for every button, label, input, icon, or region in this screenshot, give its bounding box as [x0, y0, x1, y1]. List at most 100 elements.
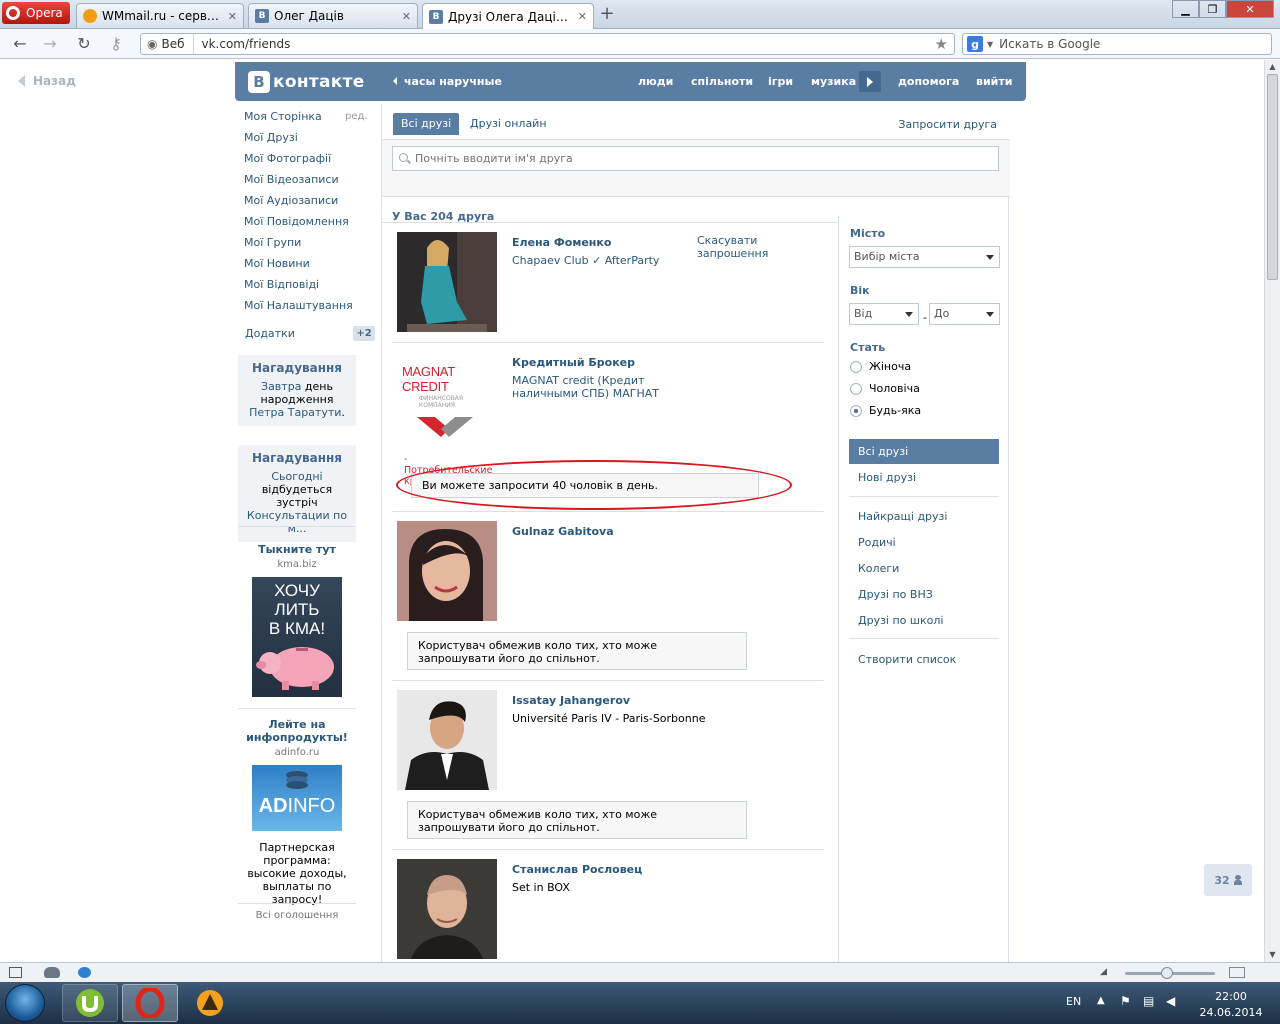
network-icon[interactable]: ▤: [1143, 994, 1154, 1008]
reminder-person-link[interactable]: Петра Таратути: [249, 406, 341, 419]
online-friends-badge[interactable]: 32: [1204, 864, 1252, 896]
tab-friends-online[interactable]: Друзі онлайн: [462, 113, 555, 135]
create-list-link[interactable]: Створити список: [849, 647, 999, 672]
friend-photo[interactable]: [397, 690, 497, 790]
tab-all-friends[interactable]: Всі друзі: [393, 113, 460, 135]
taskbar-opera[interactable]: [122, 984, 178, 1022]
friend-photo[interactable]: [397, 232, 497, 332]
friend-photo[interactable]: [397, 859, 497, 959]
reminder-date-link[interactable]: Завтра: [261, 380, 301, 393]
nav-music[interactable]: музика: [811, 75, 856, 88]
friend-search-input[interactable]: [392, 146, 999, 171]
close-icon[interactable]: ✕: [228, 10, 237, 23]
menu-my-news[interactable]: Мої Новини: [244, 257, 310, 270]
page-scrollbar[interactable]: ▲ ▼: [1264, 60, 1280, 962]
maximize-icon[interactable]: ❐: [1199, 0, 1226, 18]
action-center-flag-icon[interactable]: ⚑: [1120, 994, 1131, 1008]
volume-icon[interactable]: ◀: [1166, 994, 1175, 1008]
menu-my-groups[interactable]: Мої Групи: [244, 236, 301, 249]
close-icon[interactable]: ✕: [402, 10, 411, 23]
forward-arrow-icon[interactable]: →: [40, 34, 60, 54]
turbo-icon[interactable]: [78, 967, 91, 978]
ad-block-adinfo[interactable]: Лейте на инфопродукты! adinfo.ru ADINFO …: [238, 718, 356, 906]
menu-my-messages[interactable]: Мої Повідомлення: [244, 215, 349, 228]
list-new-friends[interactable]: Нові друзі: [849, 465, 999, 490]
bookmark-star-icon[interactable]: ★: [935, 35, 954, 53]
list-best-friends[interactable]: Найкращі друзі: [849, 504, 999, 529]
minimize-icon[interactable]: ▁: [1172, 0, 1199, 18]
apps-count-badge[interactable]: +2: [353, 326, 375, 341]
zoom-reset-icon[interactable]: [1229, 967, 1245, 978]
menu-my-friends[interactable]: Мої Друзі: [244, 131, 298, 144]
ad-image-adinfo[interactable]: ADINFO: [252, 765, 342, 831]
back-arrow-icon[interactable]: ←: [10, 34, 30, 54]
list-school-friends[interactable]: Друзі по школі: [849, 608, 999, 633]
web-security-indicator[interactable]: ◉ Веб: [141, 34, 194, 54]
reminder-date-link[interactable]: Сьогодні: [271, 470, 322, 483]
list-colleagues[interactable]: Колеги: [849, 556, 999, 581]
scrollbar-thumb[interactable]: [1267, 74, 1278, 280]
menu-my-audio[interactable]: Мої Аудіозаписи: [244, 194, 338, 207]
list-university-friends[interactable]: Друзі по ВНЗ: [849, 582, 999, 607]
age-to-select[interactable]: До: [929, 303, 1000, 325]
browser-tab-friends[interactable]: B Друзi Олега Дацiва | 2... ✕: [422, 3, 594, 29]
friend-info[interactable]: Université Paris IV - Paris-Sorbonne: [512, 712, 772, 725]
ad-image-kma-piggy[interactable]: ХОЧУ ЛИТЬ В КМА!: [252, 577, 342, 697]
opera-menu-button[interactable]: Opera: [2, 2, 70, 24]
tray-expand-icon[interactable]: ▲: [1097, 995, 1105, 1006]
nav-more-arrow-icon[interactable]: [859, 71, 881, 92]
menu-my-settings[interactable]: Мої Налаштування: [244, 299, 353, 312]
taskbar-aimp[interactable]: [182, 984, 238, 1022]
friend-photo-magnat-logo[interactable]: MAGNAT CREDIT ФИНАНСОВАЯ КОМПАНИЯ - Потр…: [397, 352, 497, 487]
ad-title[interactable]: Лейте на инфопродукты!: [238, 718, 356, 744]
nav-logout[interactable]: вийти: [976, 75, 1012, 88]
browser-search-field[interactable]: g ▼ Искать в Google: [962, 33, 1272, 55]
age-from-select[interactable]: Від: [849, 303, 919, 325]
new-tab-icon[interactable]: +: [597, 5, 617, 25]
menu-my-answers[interactable]: Мої Відповіді: [244, 278, 319, 291]
friend-name[interactable]: Елена Фоменко: [512, 236, 611, 249]
ad-title[interactable]: Тыкните тут: [238, 543, 356, 556]
url-field[interactable]: ◉ Веб vk.com/friends ★: [140, 33, 955, 55]
search-engine-chevron-icon[interactable]: ▼: [987, 40, 993, 49]
all-ads-link[interactable]: Всі оголошення: [238, 910, 356, 921]
nav-people[interactable]: люди: [638, 75, 673, 88]
sex-option-male[interactable]: Чоловіча: [850, 382, 920, 395]
reminder-event-link[interactable]: Консультации по м...: [247, 509, 347, 535]
nav-communities[interactable]: спільноти: [691, 75, 753, 88]
friend-info[interactable]: MAGNAT credit (Кредит наличными СПБ) МАГ…: [512, 374, 712, 400]
reload-icon[interactable]: ↻: [74, 34, 94, 54]
list-all-friends[interactable]: Всі друзі: [849, 439, 999, 464]
header-status[interactable]: часы наручные: [393, 75, 502, 88]
nav-games[interactable]: ігри: [768, 75, 793, 88]
browser-tab-wmmail[interactable]: WMmail.ru - сервис п... ✕: [76, 3, 244, 28]
zoom-slider-handle[interactable]: [1161, 967, 1173, 979]
nav-help[interactable]: допомога: [898, 75, 959, 88]
cancel-request-link[interactable]: Скасувати запрошення: [697, 234, 825, 260]
ad-block-kma[interactable]: Тыкните тут kma.biz ХОЧУ ЛИТЬ В КМА!: [238, 543, 356, 697]
friend-name[interactable]: Станислав Рословец: [512, 863, 642, 876]
taskbar-utorrent[interactable]: [62, 984, 118, 1022]
back-link[interactable]: Назад: [18, 74, 76, 88]
city-select[interactable]: Вибір міста: [849, 246, 1000, 268]
menu-apps[interactable]: Додатки: [245, 327, 295, 340]
friend-info[interactable]: Chapaev Club ✓ AfterParty: [512, 254, 712, 267]
friend-name[interactable]: Кредитный Брокер: [512, 356, 635, 369]
page-info-icon[interactable]: ◢: [1100, 967, 1110, 978]
keyboard-language[interactable]: EN: [1066, 995, 1081, 1008]
scroll-up-icon[interactable]: ▲: [1265, 60, 1280, 74]
scroll-down-icon[interactable]: ▼: [1265, 948, 1280, 962]
friend-info[interactable]: Set in BOX: [512, 881, 712, 894]
menu-my-page[interactable]: Моя Сторінка: [244, 110, 322, 123]
friend-name[interactable]: Gulnaz Gabitova: [512, 525, 614, 538]
sex-option-female[interactable]: Жіноча: [850, 360, 911, 373]
window-close-icon[interactable]: ✕: [1226, 0, 1274, 18]
vk-logo[interactable]: В контакте: [248, 71, 365, 93]
sex-option-any[interactable]: Будь-яка: [850, 404, 921, 417]
system-clock[interactable]: 22:00 24.06.2014: [1196, 989, 1266, 1021]
key-icon[interactable]: ⚷: [106, 34, 126, 54]
panel-toggle-icon[interactable]: [9, 967, 22, 978]
close-icon[interactable]: ✕: [578, 10, 587, 23]
start-button[interactable]: [5, 984, 45, 1022]
friend-photo[interactable]: [397, 521, 497, 621]
